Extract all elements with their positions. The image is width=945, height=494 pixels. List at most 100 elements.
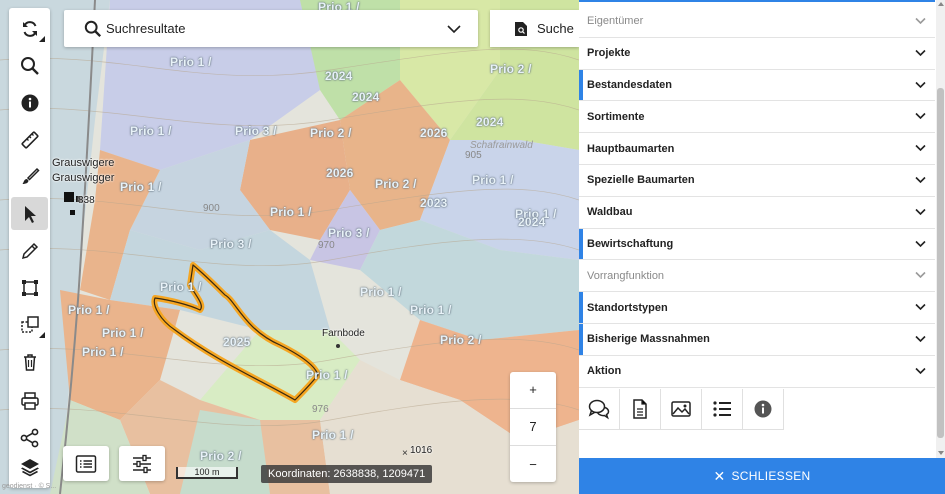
submenu-indicator <box>39 332 45 338</box>
legend-button[interactable] <box>63 446 109 481</box>
document-button[interactable] <box>620 389 661 430</box>
scrollbar-thumb[interactable] <box>937 88 944 438</box>
pencil-icon <box>21 242 38 259</box>
chevron-down-icon <box>915 367 926 374</box>
stand-label: Prio 1 / <box>130 124 172 138</box>
panel-scrollbar[interactable] <box>936 0 945 458</box>
stand-label: Prio 1 / <box>472 173 514 187</box>
divider <box>510 445 556 446</box>
stand-label: Prio 1 / <box>102 326 144 340</box>
chevron-down-icon <box>915 208 926 215</box>
place-label: Farnbode <box>322 328 365 339</box>
list-box-icon <box>75 454 97 473</box>
copy-shape-icon <box>20 315 39 333</box>
scale-bar: 100 m <box>176 467 238 479</box>
section-aktion[interactable]: Aktion <box>579 356 935 388</box>
info-button[interactable] <box>11 86 48 119</box>
stand-label: Prio 1 / <box>270 205 312 219</box>
zoom-level: 7 <box>529 419 537 434</box>
comments-button[interactable] <box>579 389 620 430</box>
section-bewirtschaftung[interactable]: Bewirtschaftung <box>579 228 935 261</box>
section-projekte[interactable]: Projekte <box>579 38 935 70</box>
image-button[interactable] <box>661 389 702 430</box>
delete-button[interactable] <box>11 345 48 378</box>
place-label: 905 <box>465 150 482 161</box>
select-button[interactable] <box>11 197 48 230</box>
section-accordion: Eigentümer Projekte Bestandesdaten Sortimen… <box>579 6 935 388</box>
refresh-button[interactable] <box>11 12 48 45</box>
search-button[interactable] <box>11 49 48 82</box>
year-label: 2024 <box>518 215 546 229</box>
zoom-out-button[interactable]: − <box>510 457 556 472</box>
scroll-up-arrow[interactable] <box>938 2 944 6</box>
stand-label: Prio 1 / <box>360 285 402 299</box>
stand-label: Prio 3 / <box>328 226 370 240</box>
section-label: Projekte <box>587 47 631 60</box>
zoom-in-button[interactable]: + <box>510 382 556 397</box>
section-label: Bestandesdaten <box>587 78 672 91</box>
refresh-icon <box>22 20 37 37</box>
section-label: Sortimente <box>587 110 645 123</box>
year-label: 2025 <box>223 335 251 349</box>
chevron-down-icon <box>915 272 926 279</box>
section-label: Bewirtschaftung <box>587 237 674 250</box>
stand-label: Prio 2 / <box>310 126 352 140</box>
info-button[interactable] <box>743 389 784 430</box>
section-standortstypen[interactable]: Standortstypen <box>579 292 935 324</box>
chevron-down-icon <box>447 25 461 34</box>
close-button[interactable]: ✕ SCHLIESSEN <box>579 458 945 494</box>
chevron-down-icon <box>915 304 926 311</box>
place-label: 900 <box>203 203 220 214</box>
stand-label: Prio 1 / <box>410 303 452 317</box>
section-waldbau[interactable]: Waldbau <box>579 197 935 229</box>
chevron-down-icon <box>915 49 926 56</box>
copy-geometry-button[interactable] <box>11 308 48 341</box>
style-button[interactable] <box>11 160 48 193</box>
year-label: 2026 <box>326 166 354 180</box>
stand-label: Prio 1 / <box>120 180 162 194</box>
pointer-icon <box>24 205 36 223</box>
search-results-dropdown[interactable]: Suchresultate <box>64 10 478 47</box>
layers-button[interactable] <box>11 450 48 483</box>
trash-icon <box>23 353 36 371</box>
edit-vertices-button[interactable] <box>11 271 48 304</box>
stand-label: Prio 2 / <box>490 62 532 76</box>
comments-icon <box>588 399 610 420</box>
document-search-icon <box>515 21 527 36</box>
chevron-down-icon <box>915 113 926 120</box>
search-button[interactable]: Suche <box>490 10 579 47</box>
chevron-down-icon <box>915 240 926 247</box>
stand-label: Prio 1 / <box>306 368 348 382</box>
section-spezielle-baumarten[interactable]: Spezielle Baumarten <box>579 165 935 197</box>
section-bisherige-massnahmen[interactable]: Bisherige Massnahmen <box>579 323 935 356</box>
stand-label: Prio 2 / <box>375 177 417 191</box>
list-button[interactable] <box>702 389 743 430</box>
measure-button[interactable] <box>11 123 48 156</box>
search-icon <box>84 20 102 37</box>
filter-settings-button[interactable] <box>119 446 165 481</box>
stand-label: Prio 1 / <box>170 55 212 69</box>
map-view[interactable]: × Prio 1 / Prio 1 / Prio 3 / Prio 2 / Pr… <box>0 0 579 494</box>
chevron-down-icon <box>915 176 926 184</box>
brush-icon <box>22 167 40 184</box>
print-icon <box>20 391 39 410</box>
place-label: Grauswigger <box>52 172 115 184</box>
section-vorrangfunktion: Vorrangfunktion <box>579 260 935 293</box>
layers-icon <box>20 458 39 476</box>
year-label: 2024 <box>352 90 380 104</box>
document-icon <box>633 399 647 419</box>
draw-button[interactable] <box>11 234 48 267</box>
chevron-down-icon <box>915 335 926 343</box>
section-bestandesdaten[interactable]: Bestandesdaten <box>579 69 935 102</box>
section-label: Standortstypen <box>587 301 668 314</box>
section-label: Spezielle Baumarten <box>587 174 695 187</box>
section-hauptbaumarten[interactable]: Hauptbaumarten <box>579 133 935 165</box>
scroll-down-arrow[interactable] <box>938 451 944 455</box>
print-button[interactable] <box>11 384 48 417</box>
stand-label: Prio 2 / <box>440 333 482 347</box>
coordinates-display: Koordinaten: 2638838, 1209471 <box>261 465 433 483</box>
section-sortimente[interactable]: Sortimente <box>579 101 935 134</box>
place-label: 1016 <box>410 445 433 456</box>
search-button-label: Suche <box>537 21 574 36</box>
year-label: 2023 <box>420 196 448 210</box>
